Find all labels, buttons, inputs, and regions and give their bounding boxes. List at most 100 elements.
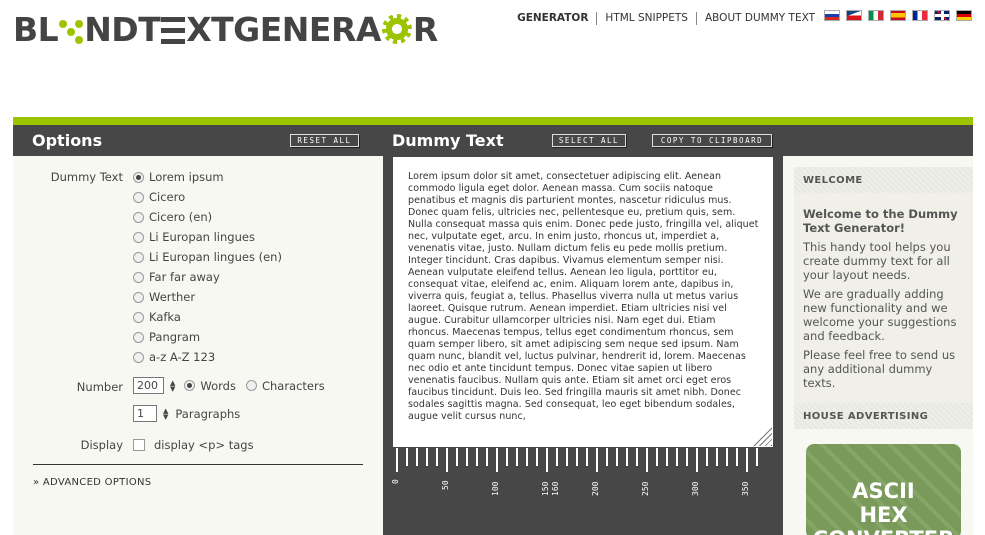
ad-line-1: ASCII <box>852 479 915 503</box>
ruler-tick <box>416 448 418 466</box>
radio-werther[interactable] <box>133 291 144 303</box>
dummy-text-output[interactable]: Lorem ipsum dolor sit amet, consectetuer… <box>393 157 773 447</box>
copy-to-clipboard-button[interactable]: COPY TO CLIPBOARD <box>652 134 772 147</box>
flag-french-icon[interactable] <box>912 10 928 21</box>
ruler-tick <box>466 448 468 466</box>
display-tags-checkbox[interactable] <box>133 439 145 451</box>
welcome-heading: WELCOME <box>794 167 973 193</box>
dummy-text-label: Dummy Text <box>50 170 123 184</box>
flag-english-icon[interactable] <box>934 10 950 21</box>
nav-html-snippets[interactable]: HTML SNIPPETS <box>596 12 696 25</box>
ruler-tick <box>426 448 428 466</box>
ad-line-3: CONVERTER <box>806 527 961 535</box>
nav-about-dummy-text[interactable]: ABOUT DUMMY TEXT <box>695 12 823 25</box>
number-stepper-icon[interactable]: ▲ ▼ <box>170 379 175 392</box>
ruler-tick <box>756 448 758 466</box>
option-far-far-away[interactable]: Far far away <box>133 270 220 284</box>
ruler-tick <box>506 448 508 466</box>
display-tags-row[interactable]: display <p> tags <box>133 438 254 452</box>
flag-italian-icon[interactable] <box>868 10 884 21</box>
radio-az-123[interactable] <box>133 351 144 363</box>
welcome-box: WELCOME Welcome to the Dummy Text Genera… <box>794 167 973 403</box>
radio-pangram[interactable] <box>133 331 144 343</box>
ruler-tick <box>576 448 578 466</box>
option-az-123[interactable]: a-z A-Z 123 <box>133 350 215 364</box>
welcome-paragraph-2: We are gradually adding new functionalit… <box>803 287 957 343</box>
dummy-text-title: Dummy Text <box>392 131 504 150</box>
ad-line-2: HEX <box>859 503 908 527</box>
top-navigation: GENERATOR HTML SNIPPETS ABOUT DUMMY TEXT <box>509 12 823 25</box>
ruler-label: 0 <box>391 479 400 484</box>
site-logo[interactable]: BL NDT XTGENERA R <box>13 9 438 49</box>
ruler-label: 150 <box>541 481 550 496</box>
ruler-tick <box>686 448 688 466</box>
character-ruler: 0 50 100 150 160 200 250 300 350 <box>391 448 773 508</box>
ruler-tick <box>696 448 698 472</box>
ruler-tick <box>586 448 588 466</box>
paragraphs-input[interactable]: 1 <box>133 405 157 422</box>
nav-generator[interactable]: GENERATOR <box>509 12 596 25</box>
reset-all-button[interactable]: RESET ALL <box>290 134 359 147</box>
ruler-label: 300 <box>691 481 700 496</box>
option-lorem-ipsum[interactable]: Lorem ipsum <box>133 170 224 184</box>
logo-text-3: XTGENERA <box>186 9 381 49</box>
radio-lorem-ipsum[interactable] <box>133 171 144 183</box>
house-advertising-heading: HOUSE ADVERTISING <box>794 403 973 429</box>
ruler-tick <box>516 448 518 466</box>
option-li-europan[interactable]: Li Europan lingues <box>133 230 255 244</box>
number-label: Number <box>76 380 123 394</box>
option-cicero-en[interactable]: Cicero (en) <box>133 210 212 224</box>
flag-czech-icon[interactable] <box>846 10 862 21</box>
ruler-tick <box>496 448 498 472</box>
radio-li-europan-en[interactable] <box>133 251 144 263</box>
house-advertising-box: HOUSE ADVERTISING <box>794 403 973 429</box>
ascii-hex-converter-banner[interactable]: ASCII HEX CONVERTER <box>806 444 961 535</box>
flag-german-icon[interactable] <box>956 10 972 21</box>
ruler-tick <box>546 448 548 472</box>
radio-far-far-away[interactable] <box>133 271 144 283</box>
option-pangram[interactable]: Pangram <box>133 330 200 344</box>
ruler-tick <box>726 448 728 466</box>
flag-russian-icon[interactable] <box>824 10 840 21</box>
ruler-label: 160 <box>551 481 560 496</box>
ruler-tick <box>736 448 738 466</box>
option-li-europan-en[interactable]: Li Europan lingues (en) <box>133 250 282 264</box>
words-label: Words <box>200 378 236 393</box>
ruler-tick <box>596 448 598 472</box>
flag-spanish-icon[interactable] <box>890 10 906 21</box>
paragraphs-stepper-icon[interactable]: ▲ ▼ <box>163 407 168 420</box>
welcome-paragraph-1: This handy tool helps you create dummy t… <box>803 240 951 282</box>
ruler-tick <box>716 448 718 466</box>
number-input[interactable]: 200 <box>133 377 164 394</box>
logo-text-4: R <box>412 9 438 49</box>
ruler-tick <box>446 448 448 472</box>
ruler-tick <box>606 448 608 466</box>
radio-cicero[interactable] <box>133 191 144 203</box>
ruler-tick <box>666 448 668 466</box>
characters-label: Characters <box>261 378 325 393</box>
ruler-tick <box>526 448 528 466</box>
display-label: Display <box>80 438 123 452</box>
radio-li-europan[interactable] <box>133 231 144 243</box>
welcome-paragraph-3: Please feel free to send us any addition… <box>803 348 956 390</box>
option-werther[interactable]: Werther <box>133 290 195 304</box>
ruler-tick <box>746 448 748 472</box>
paragraphs-row: 1 ▲ ▼ Paragraphs <box>133 405 240 422</box>
radio-words[interactable] <box>184 380 196 391</box>
ruler-tick <box>536 448 538 466</box>
ruler-label: 350 <box>741 481 750 496</box>
select-all-button[interactable]: SELECT ALL <box>552 134 626 147</box>
radio-cicero-en[interactable] <box>133 211 144 223</box>
number-row: 200 ▲ ▼ Words Characters <box>133 377 325 394</box>
ruler-tick <box>566 448 568 466</box>
radio-characters[interactable] <box>245 380 257 391</box>
ruler-tick <box>656 448 658 466</box>
display-tags-label: display <p> tags <box>154 438 254 452</box>
ruler-label: 50 <box>441 480 450 490</box>
option-cicero[interactable]: Cicero <box>133 190 185 204</box>
paragraphs-label: Paragraphs <box>175 406 241 421</box>
ruler-tick <box>436 448 438 466</box>
advanced-options-link[interactable]: » ADVANCED OPTIONS <box>33 477 151 488</box>
option-kafka[interactable]: Kafka <box>133 310 181 324</box>
radio-kafka[interactable] <box>133 311 144 323</box>
